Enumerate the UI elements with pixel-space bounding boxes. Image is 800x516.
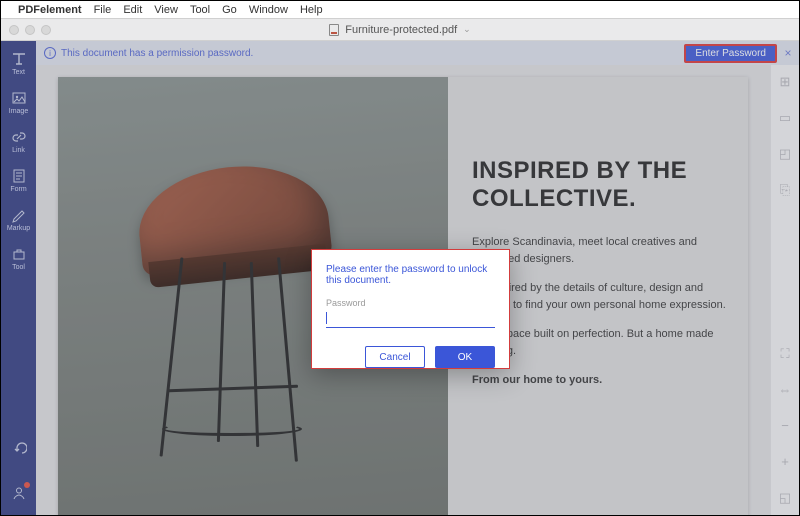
password-input[interactable]	[326, 310, 495, 328]
window-titlebar: Furniture-protected.pdf ⌄	[1, 19, 799, 41]
main-area: Text Image Link Form Markup Tool	[1, 41, 799, 515]
menu-tool[interactable]: Tool	[190, 4, 210, 16]
menu-help[interactable]: Help	[300, 4, 323, 16]
text-caret-icon	[326, 312, 327, 324]
menu-go[interactable]: Go	[222, 4, 237, 16]
password-field-label: Password	[326, 298, 495, 308]
ok-button[interactable]: OK	[435, 346, 495, 368]
document-title: Furniture-protected.pdf ⌄	[1, 24, 799, 36]
app-menu[interactable]: PDFelement	[18, 4, 82, 16]
menu-view[interactable]: View	[154, 4, 178, 16]
dialog-message: Please enter the password to unlock this…	[326, 264, 495, 286]
menu-file[interactable]: File	[94, 4, 112, 16]
pdf-doc-icon	[329, 24, 339, 36]
mac-menubar: PDFelement File Edit View Tool Go Window…	[1, 1, 799, 19]
title-chevron-icon[interactable]: ⌄	[463, 24, 471, 35]
password-dialog: Please enter the password to unlock this…	[311, 249, 510, 369]
cancel-button[interactable]: Cancel	[365, 346, 425, 368]
menu-window[interactable]: Window	[249, 4, 288, 16]
menu-edit[interactable]: Edit	[123, 4, 142, 16]
dialog-button-row: Cancel OK	[326, 346, 495, 368]
app-window: PDFelement File Edit View Tool Go Window…	[0, 0, 800, 516]
document-title-text: Furniture-protected.pdf	[345, 24, 457, 36]
